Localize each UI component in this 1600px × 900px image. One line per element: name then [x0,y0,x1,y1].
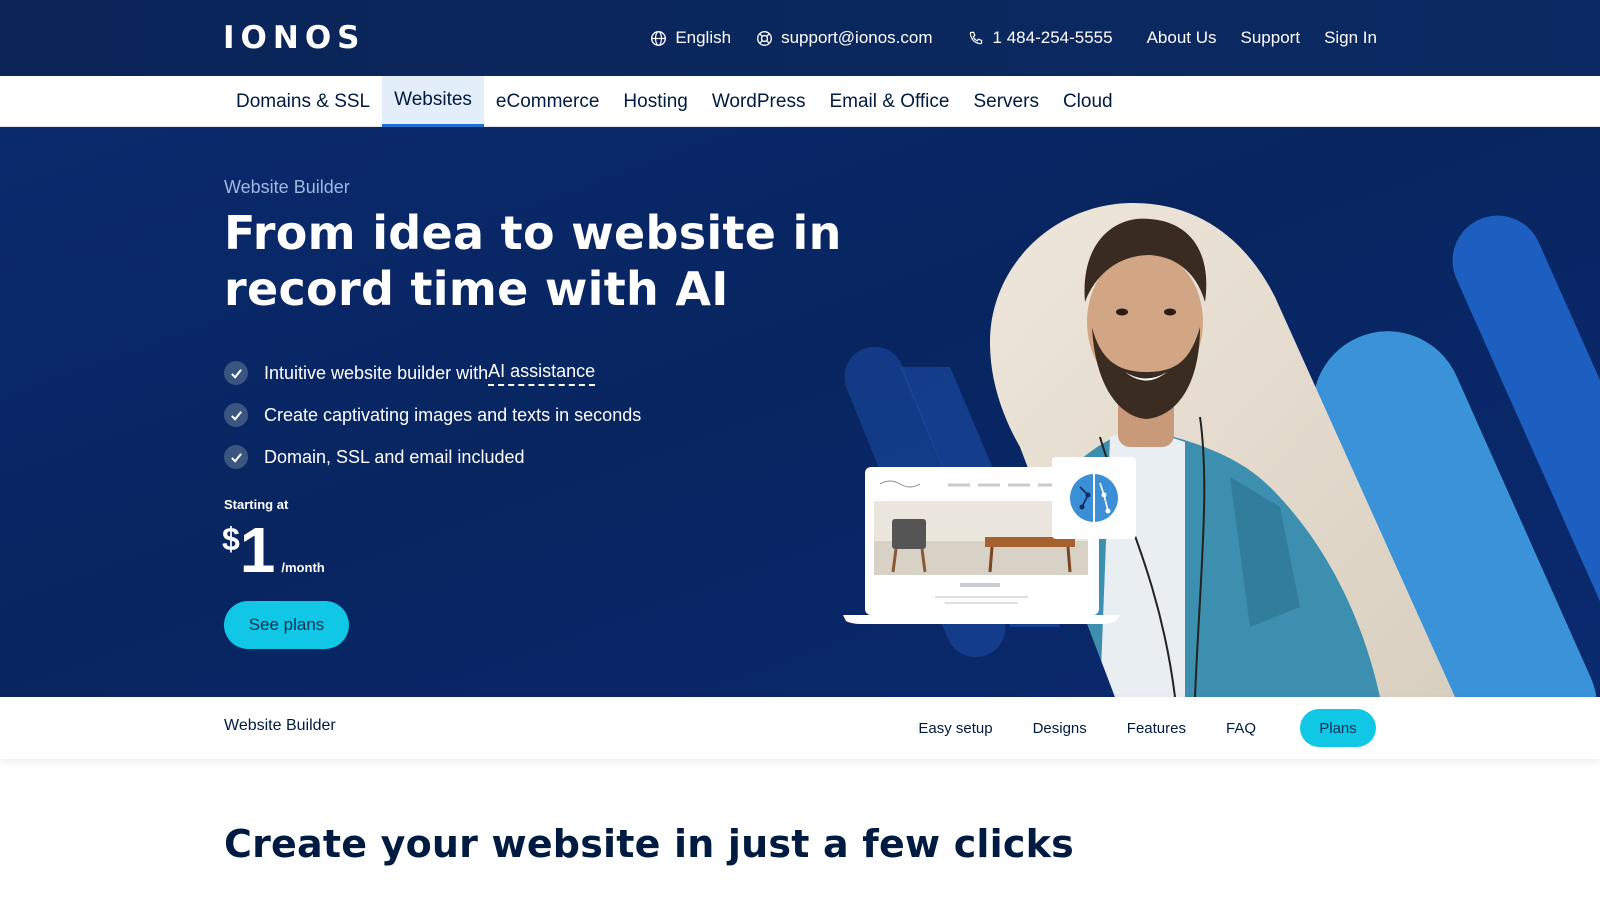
nav-cloud[interactable]: Cloud [1051,76,1125,127]
subnav-links: Easy setup Designs Features FAQ Plans [878,709,1376,747]
main-nav: Domains & SSL Websites eCommerce Hosting… [224,76,1125,127]
top-bar: IONOS English support@ionos.com 1 484-25… [0,0,1600,76]
subnav-title: Website Builder [224,717,336,734]
nav-domains-ssl[interactable]: Domains & SSL [224,76,382,127]
nav-ecommerce[interactable]: eCommerce [484,76,611,127]
top-links: English support@ionos.com 1 484-254-5555… [625,0,1377,76]
feature-list: Intuitive website builder with AI assist… [224,352,641,478]
hero-title: From idea to website in record time with… [224,206,842,316]
about-us-link[interactable]: About Us [1147,28,1217,48]
sign-in-link[interactable]: Sign In [1324,28,1377,48]
checkmark-icon [224,361,248,385]
price-currency: $ [222,521,240,557]
starting-at-label: Starting at [224,497,289,512]
support-link[interactable]: Support [1241,28,1301,48]
main-nav-bar: Domains & SSL Websites eCommerce Hosting… [0,76,1600,127]
lifebuoy-icon [755,29,773,47]
phone-icon [967,29,985,47]
subnav-easy-setup[interactable]: Easy setup [918,720,992,737]
subnav-features[interactable]: Features [1127,720,1186,737]
phone-number: 1 484-254-5555 [992,28,1113,47]
price-period: /month [281,560,325,575]
feature-item: Intuitive website builder with AI assist… [224,352,641,394]
phone-link[interactable]: 1 484-254-5555 [967,28,1113,48]
hero-section: Website Builder From idea to website in … [0,127,1600,697]
subnav-designs[interactable]: Designs [1033,720,1087,737]
globe-icon [649,29,667,47]
feature-item: Create captivating images and texts in s… [224,394,641,436]
product-subnav: Website Builder Easy setup Designs Featu… [0,697,1600,759]
feature-text: Domain, SSL and email included [264,446,525,467]
ionos-logo[interactable]: IONOS [223,20,366,56]
hero-eyebrow: Website Builder [224,177,350,197]
ai-brain-icon [1070,474,1118,522]
see-plans-button[interactable]: See plans [224,601,349,649]
support-email: support@ionos.com [781,28,933,47]
language-selector[interactable]: English [649,28,731,48]
feature-item: Domain, SSL and email included [224,436,641,478]
section-title: Create your website in just a few clicks [224,822,1074,866]
nav-servers[interactable]: Servers [961,76,1050,127]
feature-text: Intuitive website builder with [264,362,489,383]
nav-hosting[interactable]: Hosting [611,76,699,127]
subnav-faq[interactable]: FAQ [1226,720,1256,737]
feature-text: Create captivating images and texts in s… [264,404,642,425]
nav-wordpress[interactable]: WordPress [700,76,818,127]
language-label: English [675,28,732,47]
ai-assistance-link[interactable]: AI assistance [488,361,596,386]
price-amount: 1 [239,514,276,586]
nav-email-office[interactable]: Email & Office [817,76,961,127]
subnav-plans-button[interactable]: Plans [1300,709,1376,747]
nav-websites[interactable]: Websites [382,76,484,127]
checkmark-icon [224,445,248,469]
checkmark-icon [224,403,248,427]
price: $ 1 /month [222,515,325,585]
support-email-link[interactable]: support@ionos.com [755,28,933,48]
